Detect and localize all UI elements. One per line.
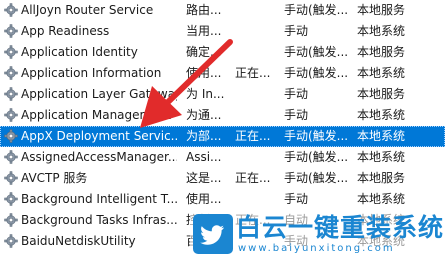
service-name: Application Identity	[21, 45, 138, 59]
service-logon-as: 本地服务	[357, 3, 406, 17]
service-name: Application Information	[21, 66, 162, 80]
service-description: 当用...	[186, 24, 222, 38]
service-name: Application Management	[21, 108, 171, 122]
twitter-bird-logo	[193, 214, 233, 254]
service-description: 为 In...	[186, 87, 225, 101]
service-startup-type: 手动(触发...	[284, 129, 349, 143]
service-logon-as: 本地系统	[357, 192, 406, 206]
service-row[interactable]: AVCTP 服务 这是... 正在... 手动(触发... 本地服务	[0, 168, 445, 189]
service-description: 使用...	[186, 66, 222, 80]
gear-icon	[4, 21, 18, 42]
service-startup-type: 手动(触发...	[284, 171, 349, 185]
service-status	[235, 105, 279, 126]
service-status	[235, 84, 279, 105]
service-startup-type: 手动	[284, 108, 309, 122]
service-name: AllJoyn Router Service	[21, 3, 154, 17]
service-status	[235, 21, 279, 42]
watermark: 白云一键重装系统 www.baiyunxitong.com	[190, 211, 445, 260]
service-description: 确定...	[186, 45, 222, 59]
service-description: Assi...	[186, 150, 222, 164]
service-status	[235, 147, 279, 168]
service-startup-type: 手动(触发...	[284, 3, 349, 17]
service-logon-as: 本地系统	[357, 24, 406, 38]
service-name: Background Tasks Infras...	[21, 213, 177, 227]
service-logon-as: 本地服务	[357, 45, 406, 59]
service-logon-as: 本地系统	[357, 108, 406, 122]
service-status	[235, 42, 279, 63]
service-status	[235, 189, 279, 210]
service-status	[235, 0, 279, 21]
service-name: BaiduNetdiskUtility	[21, 234, 136, 248]
service-logon-as: 本地系统	[357, 66, 406, 80]
gear-icon	[4, 210, 18, 231]
service-name: App Readiness	[21, 24, 110, 38]
service-name: AppX Deployment Servic...	[21, 129, 177, 143]
service-status: 正在...	[235, 66, 271, 80]
service-row[interactable]: Application Identity 确定... 手动(触发... 本地服务	[0, 42, 445, 63]
service-logon-as: 本地服务	[357, 87, 406, 101]
gear-icon	[4, 42, 18, 63]
service-description: 使用...	[186, 192, 222, 206]
service-row[interactable]: Background Intelligent T... 使用... 手动 本地系统	[0, 189, 445, 210]
service-status: 正在...	[235, 129, 271, 143]
gear-icon	[4, 105, 18, 126]
service-row[interactable]: Application Management 为通... 手动 本地系统	[0, 105, 445, 126]
service-description: 为部...	[186, 129, 222, 143]
service-startup-type: 手动	[284, 24, 309, 38]
service-description: 路由...	[186, 3, 222, 17]
service-logon-as: 本地服务	[357, 171, 406, 185]
service-row[interactable]: Application Information 使用... 正在... 手动(触发..…	[0, 63, 445, 84]
service-name: AssignedAccessManager...	[21, 150, 177, 164]
service-startup-type: 手动	[284, 87, 309, 101]
watermark-title: 白云一键重装系统	[236, 213, 445, 242]
service-startup-type: 手动(触发...	[284, 150, 349, 164]
gear-icon	[4, 63, 18, 84]
gear-icon	[4, 0, 18, 21]
service-description: 为通...	[186, 108, 222, 122]
service-name: Background Intelligent T...	[21, 192, 177, 206]
service-row[interactable]: App Readiness 当用... 手动 本地系统	[0, 21, 445, 42]
service-logon-as: 本地系统	[357, 150, 406, 164]
service-logon-as: 本地系统	[357, 129, 406, 143]
service-name: AVCTP 服务	[21, 171, 88, 185]
gear-icon	[4, 147, 18, 168]
gear-icon	[4, 189, 18, 210]
gear-icon	[4, 168, 18, 189]
service-startup-type: 手动	[284, 192, 309, 206]
service-startup-type: 手动(触发...	[284, 66, 349, 80]
gear-icon	[4, 84, 18, 105]
watermark-url: www.baiyunxitong.com	[238, 243, 395, 254]
service-status: 正在...	[235, 171, 271, 185]
service-row[interactable]: AllJoyn Router Service 路由... 手动(触发... 本地服务	[0, 0, 445, 21]
service-description: 这是...	[186, 171, 222, 185]
service-row[interactable]: Application Layer Gateway... 为 In... 手动 本地服…	[0, 84, 445, 105]
gear-icon	[4, 231, 18, 252]
service-row[interactable]: AssignedAccessManager... Assi... 手动(触发... 本…	[0, 147, 445, 168]
service-name: Application Layer Gateway...	[21, 87, 177, 101]
service-row[interactable]: AppX Deployment Servic... 为部... 正在... 手动(触发…	[0, 126, 445, 147]
gear-icon	[4, 126, 18, 147]
service-startup-type: 手动(触发...	[284, 45, 349, 59]
